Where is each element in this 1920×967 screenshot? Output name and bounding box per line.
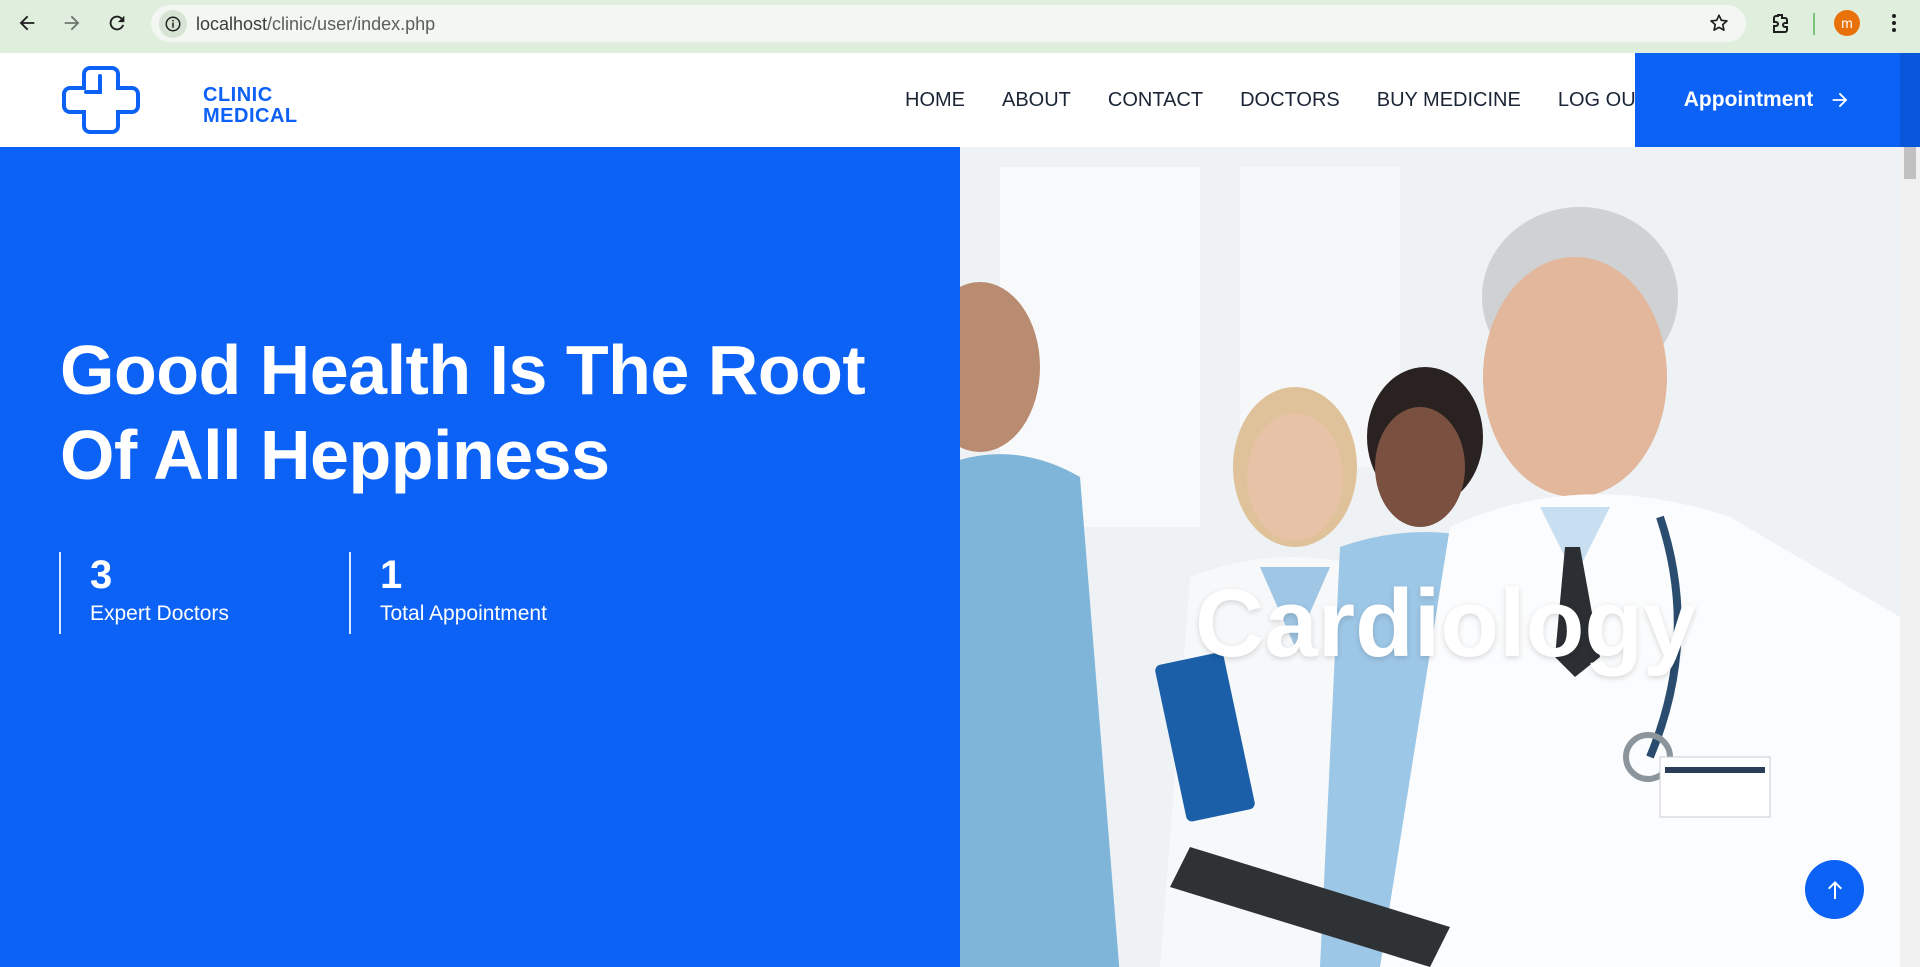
toolbar-divider: [1813, 13, 1815, 35]
stat-value: 1: [380, 553, 403, 597]
nav-about[interactable]: ABOUT: [1002, 89, 1071, 112]
appointment-button[interactable]: Appointment: [1635, 53, 1900, 147]
page-scrollbar[interactable]: [1900, 53, 1920, 967]
url-host: localhost: [196, 14, 268, 34]
reload-icon[interactable]: [97, 3, 137, 43]
scroll-to-top-button[interactable]: [1805, 860, 1864, 919]
appointment-label: Appointment: [1683, 88, 1814, 111]
main-nav: HOME ABOUT CONTACT DOCTORS BUY MEDICINE …: [905, 89, 1685, 112]
bookmark-star-icon[interactable]: [1708, 12, 1730, 34]
arrow-up-icon: [1827, 880, 1842, 899]
doctors-photo: [960, 147, 1900, 967]
profile-avatar[interactable]: m: [1834, 10, 1860, 36]
extensions-icon[interactable]: [1769, 11, 1793, 35]
site-info-icon[interactable]: [159, 10, 187, 38]
slide-caption: Cardiology: [1195, 570, 1697, 677]
stat-total-appointment: 1 Total Appointment: [349, 552, 547, 634]
stat-label: Expert Doctors: [90, 602, 229, 625]
browser-toolbar: localhost/clinic/user/index.php m: [0, 0, 1920, 53]
clinic-logo[interactable]: CLINIC MEDICAL: [62, 62, 297, 138]
address-bar[interactable]: localhost/clinic/user/index.php: [151, 5, 1746, 42]
logo-wordmark: CLINIC MEDICAL: [203, 85, 298, 127]
scrollbar-thumb[interactable]: [1904, 147, 1916, 179]
stat-label: Total Appointment: [380, 602, 547, 625]
back-icon[interactable]: [7, 3, 47, 43]
nav-home[interactable]: HOME: [905, 89, 965, 112]
kebab-menu-icon[interactable]: [1882, 11, 1906, 35]
nav-doctors[interactable]: DOCTORS: [1240, 89, 1340, 112]
hero-title-line1: Good Health Is The Root: [60, 331, 866, 409]
forward-icon[interactable]: [52, 3, 92, 43]
logo-line1: CLINIC: [203, 84, 273, 106]
stat-value: 3: [90, 553, 113, 597]
stat-expert-doctors: 3 Expert Doctors: [59, 552, 229, 634]
scrollbar-header-segment: [1900, 53, 1920, 147]
hero-doctor-image: Cardiology: [960, 147, 1900, 967]
nav-contact[interactable]: CONTACT: [1108, 89, 1203, 112]
site-header: CLINIC MEDICAL HOME ABOUT CONTACT DOCTOR…: [0, 53, 1920, 147]
url-path: /clinic/user/index.php: [267, 14, 436, 34]
nav-buy-medicine[interactable]: BUY MEDICINE: [1377, 89, 1521, 112]
hero-title-line2: Of All Heppiness: [60, 416, 610, 494]
arrow-right-icon: [1832, 92, 1848, 108]
hero-title: Good Health Is The Root Of All Heppiness: [60, 328, 940, 498]
url-text: localhost/clinic/user/index.php: [196, 14, 435, 35]
medical-cross-icon: [62, 66, 140, 134]
logo-line2: MEDICAL: [203, 105, 298, 127]
